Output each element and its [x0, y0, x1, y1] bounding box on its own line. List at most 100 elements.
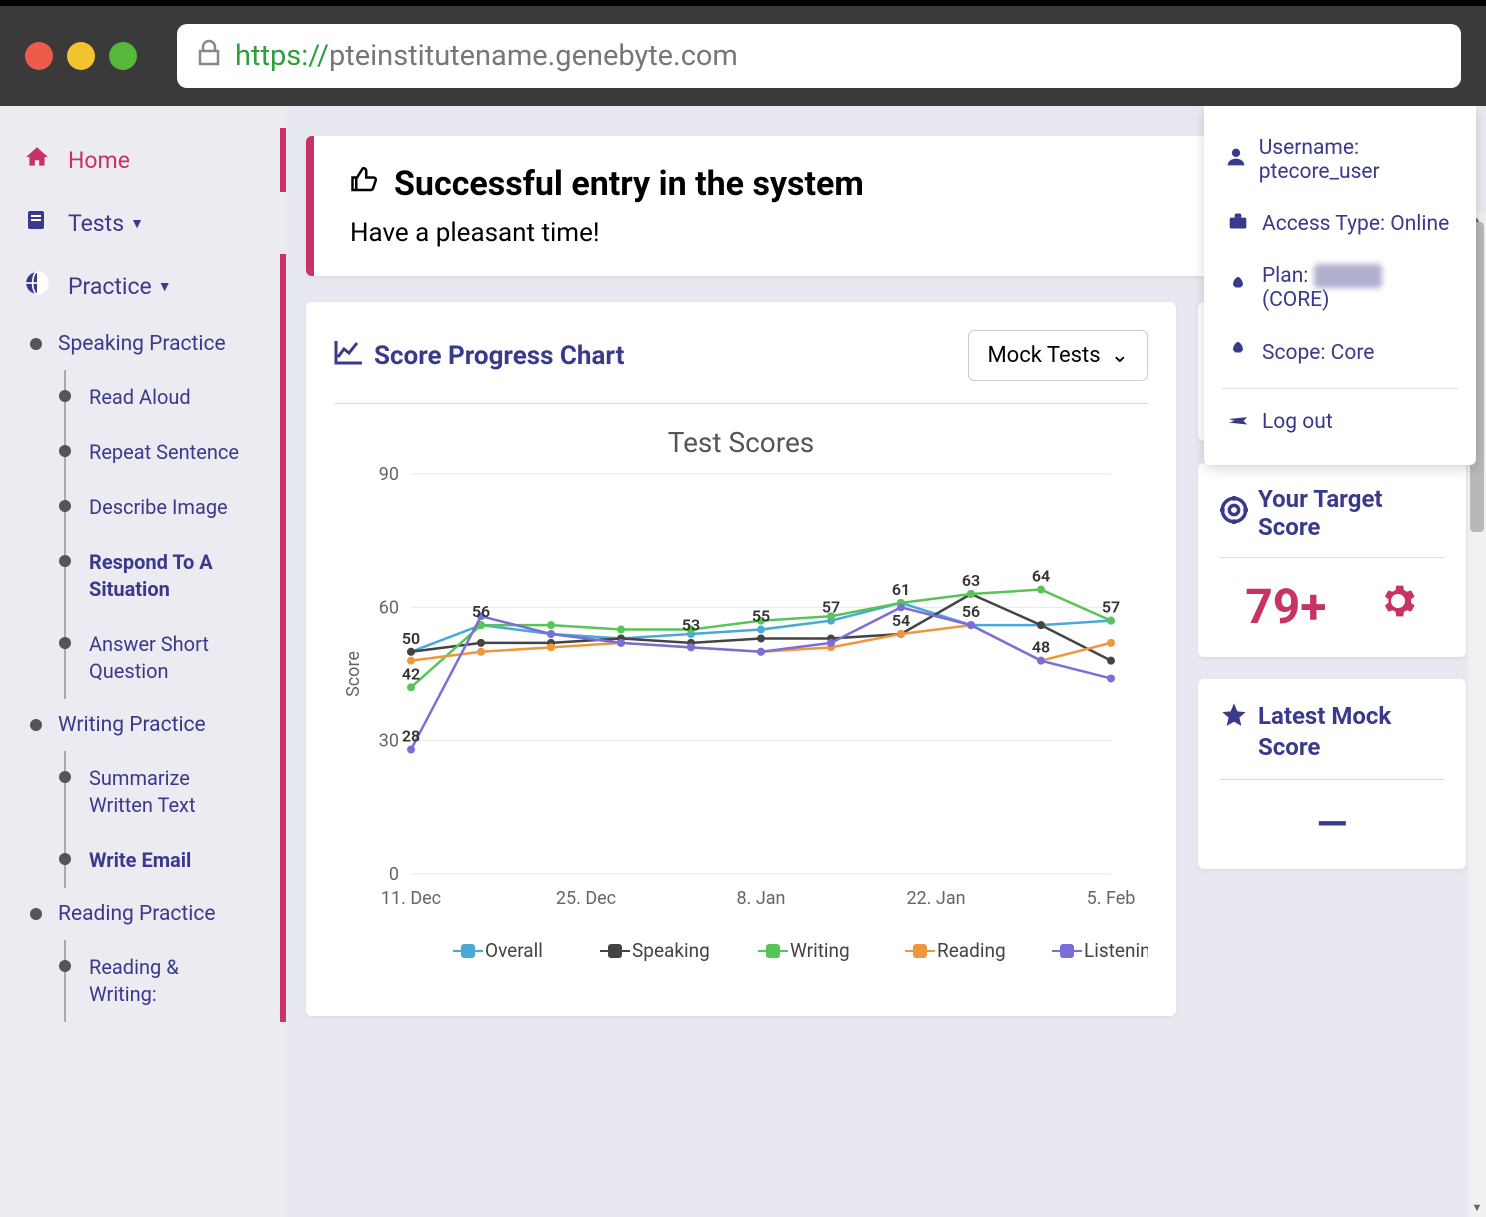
sidebar-item-tests[interactable]: Tests ▼: [0, 192, 286, 254]
bullet-icon: [59, 771, 71, 783]
svg-text:90: 90: [379, 464, 399, 485]
chevron-down-icon: ⌄: [1111, 343, 1129, 368]
svg-text:56: 56: [472, 602, 490, 621]
svg-text:56: 56: [962, 602, 980, 621]
bullet-icon: [59, 853, 71, 865]
sidebar-item-label: Read Aloud: [89, 384, 191, 411]
svg-text:Reading: Reading: [937, 939, 1006, 962]
book-icon: [24, 208, 56, 238]
svg-text:30: 30: [379, 731, 399, 752]
svg-text:28: 28: [402, 727, 420, 746]
sidebar-item-label: Answer Short Question: [89, 631, 249, 685]
sidebar-item-label: Repeat Sentence: [89, 439, 239, 466]
svg-text:63: 63: [962, 571, 980, 590]
sidebar-item-label: Summarize Written Text: [89, 765, 249, 819]
rocket-icon: [1226, 275, 1250, 301]
sidebar-item-reading-writing[interactable]: Reading & Writing:: [66, 940, 280, 1022]
bullet-icon: [59, 500, 71, 512]
sidebar-item-label: Reading & Writing:: [89, 954, 249, 1008]
sidebar-item-label: Writing Practice: [58, 713, 206, 737]
sidebar-item-label: Write Email: [89, 847, 191, 874]
mock-score-value: —: [1220, 800, 1444, 847]
svg-text:8. Jan: 8. Jan: [737, 888, 786, 909]
bullet-icon: [30, 338, 42, 350]
url-text: https://pteinstitutename.genebyte.com: [235, 39, 738, 73]
logout-button[interactable]: Log out: [1222, 388, 1458, 449]
score-chart: Test ScoresScore030609011. Dec25. Dec8. …: [334, 424, 1148, 984]
sidebar-item-read-aloud[interactable]: Read Aloud: [66, 370, 280, 425]
svg-text:22. Jan: 22. Jan: [906, 888, 965, 909]
maximize-window-icon[interactable]: [109, 42, 137, 70]
score-progress-card: Score Progress Chart Mock Tests ⌄ Test S…: [306, 302, 1176, 1016]
target-score-value: 79+: [1245, 578, 1326, 635]
svg-text:Score: Score: [343, 651, 364, 697]
target-score-widget: Your Target Score 79+: [1198, 463, 1466, 657]
close-window-icon[interactable]: [25, 42, 53, 70]
svg-text:5. Feb: 5. Feb: [1087, 888, 1136, 909]
chevron-down-icon: ▼: [130, 215, 144, 232]
svg-text:54: 54: [892, 611, 910, 630]
user-dropdown-menu: Username: ptecore_user Access Type: Onli…: [1204, 106, 1476, 465]
rocket-icon: [1226, 340, 1250, 366]
sidebar-item-label: Practice: [68, 273, 152, 300]
bullet-icon: [30, 908, 42, 920]
user-dropdown-plan: Plan: xxxxx (CORE): [1222, 250, 1458, 326]
chevron-down-icon: ▼: [158, 278, 172, 295]
dropdown-label: Mock Tests: [987, 343, 1100, 368]
sidebar-item-label: Speaking Practice: [58, 332, 226, 356]
main-content: Successful entry in the system Have a pl…: [286, 106, 1486, 1217]
sidebar-item-reading[interactable]: Reading Practice: [20, 888, 280, 940]
svg-text:Overall: Overall: [485, 939, 543, 962]
svg-text:11. Dec: 11. Dec: [381, 888, 441, 909]
sidebar-item-writing[interactable]: Writing Practice: [20, 699, 280, 751]
banner-title-text: Successful entry in the system: [394, 164, 864, 204]
sidebar-item-speaking[interactable]: Speaking Practice: [20, 318, 280, 370]
chart-title-text: Score Progress Chart: [374, 341, 624, 371]
window-controls: [25, 42, 137, 70]
home-icon: [24, 144, 56, 176]
browser-chrome: https://pteinstitutename.genebyte.com: [0, 0, 1486, 106]
bullet-icon: [30, 719, 42, 731]
minimize-window-icon[interactable]: [67, 42, 95, 70]
user-dropdown-username: Username: ptecore_user: [1222, 122, 1458, 198]
svg-text:25. Dec: 25. Dec: [556, 888, 616, 909]
sidebar-item-answer-short[interactable]: Answer Short Question: [66, 617, 280, 699]
sidebar-item-respond-situation[interactable]: Respond To A Situation: [66, 535, 280, 617]
sidebar-item-home[interactable]: Home: [0, 128, 286, 192]
svg-text:Test Scores: Test Scores: [668, 426, 815, 459]
svg-text:57: 57: [1102, 598, 1120, 617]
target-title-text: Your Target Score: [1258, 485, 1444, 541]
sidebar-item-summarize[interactable]: Summarize Written Text: [66, 751, 280, 833]
svg-text:0: 0: [389, 864, 399, 885]
user-dropdown-scope: Scope: Core: [1222, 326, 1458, 380]
chart-title: Score Progress Chart: [334, 339, 624, 372]
sidebar-item-write-email[interactable]: Write Email: [66, 833, 280, 888]
speaking-practice-section: Speaking Practice Read Aloud Repeat Sent…: [0, 318, 286, 1022]
gear-icon[interactable]: [1377, 580, 1419, 633]
svg-text:Speaking: Speaking: [632, 939, 710, 962]
svg-text:50: 50: [402, 629, 420, 648]
sidebar-item-practice[interactable]: Practice ▼: [0, 254, 286, 318]
sidebar-item-label: Tests: [68, 210, 124, 237]
svg-text:53: 53: [682, 615, 700, 634]
sidebar-item-label: Describe Image: [89, 494, 228, 521]
chart-type-dropdown[interactable]: Mock Tests ⌄: [968, 330, 1148, 381]
logout-label: Log out: [1262, 410, 1333, 434]
bullet-icon: [59, 637, 71, 649]
globe-icon: [24, 270, 56, 302]
lock-icon: [197, 39, 221, 74]
user-icon: [1226, 147, 1247, 173]
bullet-icon: [59, 445, 71, 457]
thumbs-up-icon: [350, 164, 380, 204]
sidebar-item-label: Respond To A Situation: [89, 549, 249, 603]
address-bar[interactable]: https://pteinstitutename.genebyte.com: [177, 24, 1461, 88]
target-title: Your Target Score: [1220, 485, 1444, 558]
scroll-down-icon[interactable]: ▼: [1468, 1199, 1486, 1217]
briefcase-icon: [1226, 212, 1250, 236]
svg-text:61: 61: [892, 580, 910, 599]
bullet-icon: [59, 390, 71, 402]
sidebar-item-describe-image[interactable]: Describe Image: [66, 480, 280, 535]
sidebar-item-repeat-sentence[interactable]: Repeat Sentence: [66, 425, 280, 480]
svg-text:55: 55: [752, 607, 770, 626]
svg-text:Listening: Listening: [1084, 939, 1148, 962]
